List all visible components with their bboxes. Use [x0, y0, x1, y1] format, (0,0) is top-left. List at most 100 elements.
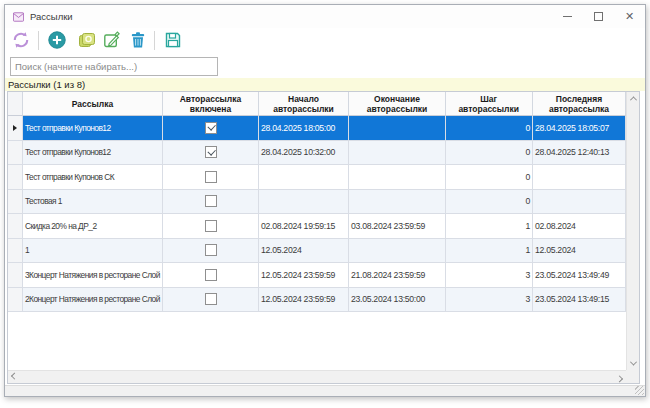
- cell-step: 0: [446, 116, 533, 141]
- maximize-icon: [594, 12, 603, 21]
- row-indicator: [8, 239, 23, 264]
- table-row[interactable]: Скидка 20% на ДР_2 02.08.2024 19:59:15 0…: [8, 214, 626, 239]
- cell-end: [349, 190, 446, 215]
- minimize-icon: [563, 16, 572, 17]
- enabled-checkbox[interactable]: [205, 122, 217, 134]
- cell-mailing-name: 2Концерт Натяжения в ресторане Слой: [23, 288, 163, 313]
- enabled-checkbox[interactable]: [205, 195, 217, 207]
- toolbar-separator: [38, 31, 39, 50]
- cell-last: [533, 190, 626, 215]
- scroll-up-icon[interactable]: [627, 92, 640, 105]
- row-indicator: [8, 116, 23, 141]
- status-strip: [5, 385, 645, 396]
- minimize-button[interactable]: [552, 6, 583, 27]
- cell-mailing-name: Тест отправки Купонов12: [23, 116, 163, 141]
- current-row-arrow-icon: [13, 125, 17, 131]
- cell-start: 02.08.2024 19:59:15: [259, 214, 349, 239]
- cell-enabled: [163, 116, 259, 141]
- cell-last: 28.04.2025 18:05:07: [533, 116, 626, 141]
- table-row[interactable]: Тестовая 1 0: [8, 190, 626, 215]
- row-indicator: [8, 190, 23, 215]
- app-window: Рассылки ✕: [4, 4, 646, 397]
- row-indicator: [8, 141, 23, 166]
- table-row[interactable]: Тест отправки Купонов12 28.04.2025 10:32…: [8, 141, 626, 166]
- enabled-checkbox[interactable]: [205, 269, 217, 281]
- cell-step: 1: [446, 239, 533, 264]
- cell-enabled: [163, 165, 259, 190]
- cell-start: 12.05.2024 23:59:59: [259, 263, 349, 288]
- column-header-enabled[interactable]: Авторассылка включена: [163, 92, 259, 116]
- scroll-down-icon[interactable]: [627, 357, 640, 370]
- column-header-start[interactable]: Начало авторассылки: [259, 92, 349, 116]
- cell-enabled: [163, 141, 259, 166]
- column-header-last[interactable]: Последняя авторассылка: [533, 92, 626, 116]
- close-button[interactable]: ✕: [614, 6, 645, 27]
- table-row[interactable]: 3Концерт Натяжения в ресторане Слой 12.0…: [8, 263, 626, 288]
- panel-caption-band: Рассылки (1 из 8): [5, 78, 645, 91]
- edit-button[interactable]: [102, 30, 122, 50]
- cell-end: [349, 239, 446, 264]
- maximize-button[interactable]: [583, 6, 614, 27]
- cell-end: [349, 165, 446, 190]
- cell-last: 02.08.2024: [533, 214, 626, 239]
- column-header-step[interactable]: Шаг авторассылки: [446, 92, 533, 116]
- cell-step: 1: [446, 214, 533, 239]
- cell-end: [349, 116, 446, 141]
- enabled-checkbox[interactable]: [205, 293, 217, 305]
- table-row[interactable]: Тест отправки Купонов12 28.04.2025 18:05…: [8, 116, 626, 141]
- cell-start: 12.05.2024: [259, 239, 349, 264]
- cell-step: 0: [446, 190, 533, 215]
- delete-button[interactable]: [128, 30, 148, 50]
- column-header-end[interactable]: Окончание авторассылки: [349, 92, 446, 116]
- cell-last: 12.05.2024: [533, 239, 626, 264]
- cell-start: 28.04.2025 10:32:00: [259, 141, 349, 166]
- cell-end: [349, 141, 446, 166]
- table-row[interactable]: 2Концерт Натяжения в ресторане Слой 12.0…: [8, 288, 626, 313]
- copy-button[interactable]: [77, 30, 97, 50]
- table-row[interactable]: Тест отправки Купонов СК 0: [8, 165, 626, 190]
- cell-mailing-name: Тест отправки Купонов СК: [23, 165, 163, 190]
- window-title: Рассылки: [30, 11, 73, 22]
- scroll-right-icon[interactable]: [613, 371, 626, 384]
- cell-end: 03.08.2024 23:59:59: [349, 214, 446, 239]
- add-button[interactable]: [47, 30, 67, 50]
- resize-grip-icon[interactable]: [635, 386, 644, 395]
- grid-header-row: Рассылка Авторассылка включена Начало ав…: [8, 92, 626, 116]
- row-indicator: [8, 288, 23, 313]
- refresh-button[interactable]: [11, 30, 31, 50]
- mail-icon: [13, 12, 24, 22]
- enabled-checkbox[interactable]: [205, 220, 217, 232]
- enabled-checkbox[interactable]: [205, 171, 217, 183]
- cell-start: [259, 165, 349, 190]
- cell-mailing-name: Тестовая 1: [23, 190, 163, 215]
- cell-start: 28.04.2025 18:05:00: [259, 116, 349, 141]
- row-indicator: [8, 214, 23, 239]
- row-indicator: [8, 165, 23, 190]
- cell-enabled: [163, 239, 259, 264]
- cell-step: 0: [446, 141, 533, 166]
- cell-step: 3: [446, 288, 533, 313]
- toolbar: [5, 28, 645, 55]
- cell-last: 23.05.2024 13:49:15: [533, 288, 626, 313]
- cell-enabled: [163, 214, 259, 239]
- enabled-checkbox[interactable]: [205, 146, 217, 158]
- cell-start: [259, 190, 349, 215]
- cell-mailing-name: 3Концерт Натяжения в ресторане Слой: [23, 263, 163, 288]
- cell-mailing-name: Тест отправки Купонов12: [23, 141, 163, 166]
- header-indicator: [8, 92, 23, 116]
- vertical-scrollbar[interactable]: [626, 92, 639, 370]
- enabled-checkbox[interactable]: [205, 244, 217, 256]
- scroll-left-icon[interactable]: [8, 371, 21, 384]
- cell-enabled: [163, 190, 259, 215]
- title-bar[interactable]: Рассылки ✕: [5, 5, 645, 28]
- table-row[interactable]: 1 12.05.2024 1 12.05.2024: [8, 239, 626, 264]
- search-input[interactable]: [10, 57, 218, 76]
- cell-last: [533, 165, 626, 190]
- cell-start: 12.05.2024 23:59:59: [259, 288, 349, 313]
- toolbar-separator: [154, 31, 155, 50]
- save-button[interactable]: [163, 30, 183, 50]
- cell-last: 23.05.2024 13:49:49: [533, 263, 626, 288]
- column-header-mailing[interactable]: Рассылка: [23, 92, 163, 116]
- horizontal-scrollbar[interactable]: [8, 370, 626, 383]
- close-icon: ✕: [625, 11, 634, 22]
